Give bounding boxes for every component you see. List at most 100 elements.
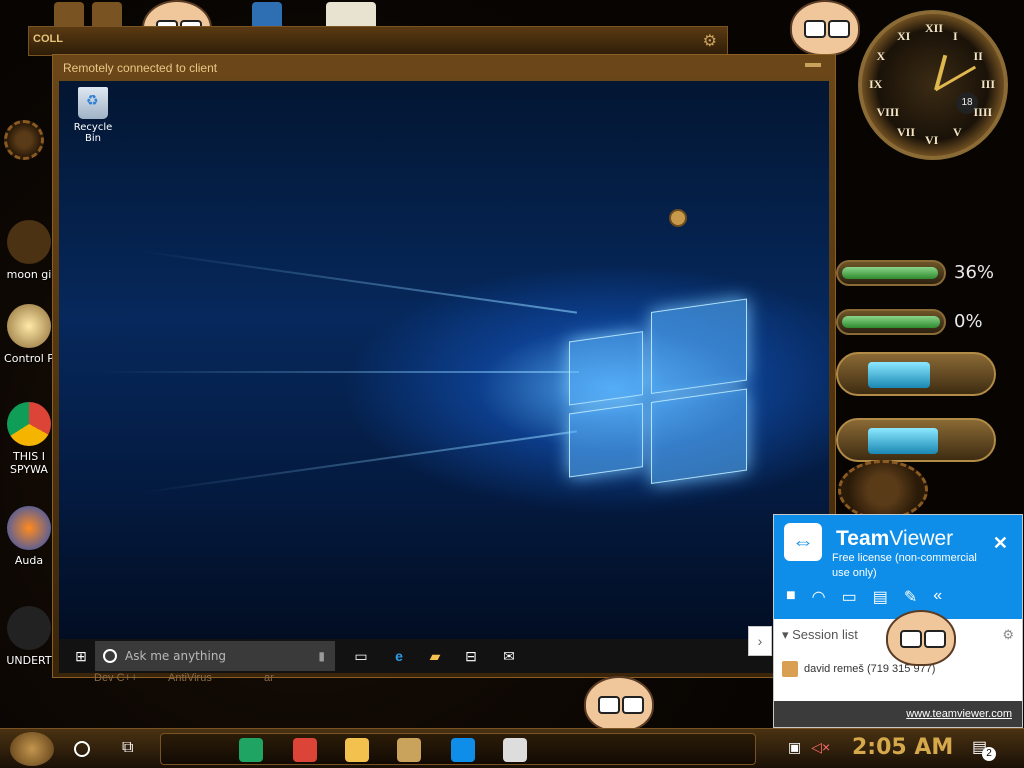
chat-icon[interactable]: ▭ bbox=[842, 587, 857, 607]
clock-numeral: V bbox=[953, 125, 962, 140]
chrome-icon[interactable] bbox=[293, 738, 317, 762]
desktop-icon-control-panel[interactable]: Control P bbox=[0, 304, 58, 365]
recycle-bin[interactable]: Recycle Bin bbox=[65, 87, 121, 144]
clock-numeral: VI bbox=[925, 133, 939, 147]
folder-icon[interactable] bbox=[345, 738, 369, 762]
cortana-icon[interactable] bbox=[74, 741, 90, 757]
file-explorer-icon[interactable]: ▰ bbox=[421, 639, 449, 673]
remote-start-button[interactable]: ⊞ bbox=[67, 639, 95, 673]
logo-pane bbox=[569, 403, 643, 478]
clock-numeral: VIII bbox=[876, 105, 900, 119]
desktop-icon-label: moon gi bbox=[6, 268, 52, 281]
desktop-icon-label: Auda bbox=[14, 554, 44, 567]
tube-liquid bbox=[868, 428, 938, 454]
sheets-icon[interactable] bbox=[239, 738, 263, 762]
desktop-icon-moon[interactable]: moon gi bbox=[0, 220, 58, 281]
teamviewer-expand-button[interactable]: › bbox=[748, 626, 772, 656]
battery-tube bbox=[836, 352, 996, 396]
teamviewer-website-link[interactable]: www.teamviewer.com bbox=[906, 708, 1012, 720]
background-window-title: COLL bbox=[33, 33, 63, 45]
background-window-titlebar[interactable]: COLL ⚙ bbox=[28, 26, 728, 56]
windows-logo bbox=[569, 298, 747, 511]
notification-icon[interactable]: ▤ 2 bbox=[972, 737, 998, 761]
pinned-apps bbox=[160, 733, 756, 765]
light-beam bbox=[141, 250, 577, 314]
edge-icon[interactable]: e bbox=[385, 639, 413, 673]
clock-numeral: II bbox=[973, 49, 983, 63]
ram-meter bbox=[836, 309, 946, 335]
moon-icon bbox=[7, 220, 51, 264]
minimize-button[interactable] bbox=[805, 63, 821, 67]
settings-gear-icon[interactable]: ⚙ bbox=[703, 31, 717, 51]
desktop-icon-chrome[interactable]: THIS I SPYWA bbox=[0, 402, 58, 476]
store-icon[interactable]: ⊟ bbox=[457, 639, 485, 673]
ram-meter-label: 0% bbox=[954, 311, 983, 332]
light-beam bbox=[99, 371, 579, 373]
cartoon-face-top-right bbox=[790, 0, 860, 56]
avatar bbox=[782, 661, 798, 677]
desktop-icon-label: UNDERT bbox=[6, 654, 52, 667]
system-tray: ▣ ◁× bbox=[788, 739, 830, 756]
remote-desktop-screen[interactable]: Recycle Bin ⊞ Ask me anything ▮ ▭ e ▰ ⊟ … bbox=[59, 81, 829, 673]
brand-rest: Viewer bbox=[889, 527, 954, 550]
desktop-icon-label: THIS I SPYWA bbox=[10, 450, 48, 476]
teamviewer-footer: www.teamviewer.com bbox=[774, 701, 1022, 727]
teamviewer-icon[interactable] bbox=[451, 738, 475, 762]
skull-icon[interactable] bbox=[503, 738, 527, 762]
clock-numeral: XI bbox=[897, 28, 911, 43]
cpu-meter bbox=[836, 260, 946, 286]
undertale-icon bbox=[7, 606, 51, 650]
remote-window-title: Remotely connected to client bbox=[63, 61, 218, 75]
clock-numeral: IIII bbox=[973, 105, 993, 119]
ram-meter-fill bbox=[842, 316, 940, 328]
hidden-icon-label: ar bbox=[264, 672, 274, 684]
recycle-bin-label: Recycle Bin bbox=[73, 122, 113, 144]
video-icon[interactable]: ■ bbox=[786, 587, 796, 607]
network-icon[interactable]: ▣ bbox=[788, 739, 801, 756]
cpu-meter-label: 36% bbox=[954, 262, 995, 283]
mute-icon[interactable]: ◁× bbox=[811, 739, 830, 756]
close-icon[interactable]: ✕ bbox=[993, 533, 1008, 554]
collapse-icon[interactable]: « bbox=[933, 587, 942, 607]
file-icon[interactable]: ▤ bbox=[873, 587, 888, 607]
hidden-icon-label: Dev C++ bbox=[94, 672, 138, 684]
desktop-icon-audacity[interactable]: Auda bbox=[0, 506, 58, 567]
brand-bold: Team bbox=[836, 527, 890, 550]
task-view-icon[interactable]: ▭ bbox=[347, 639, 375, 673]
hidden-icon-label: AntiVirus bbox=[168, 672, 212, 684]
clock-numeral: III bbox=[981, 77, 996, 91]
cortana-icon bbox=[103, 649, 117, 663]
desktop: moon gi Control P THIS I SPYWA Auda UNDE… bbox=[0, 0, 1024, 768]
remote-session-window[interactable]: Remotely connected to client Recycle Bin… bbox=[52, 54, 836, 678]
cpu-meter-fill bbox=[842, 267, 938, 279]
task-view-icon[interactable]: ⧉ bbox=[122, 739, 133, 757]
logo-pane bbox=[651, 298, 747, 394]
desktop-icon-undertale[interactable]: UNDERT bbox=[0, 606, 58, 667]
box-game-icon[interactable] bbox=[397, 738, 421, 762]
clock-time[interactable]: 2:05 AM bbox=[852, 735, 953, 760]
audacity-icon bbox=[7, 506, 51, 550]
microphone-icon[interactable]: ▮ bbox=[318, 649, 325, 663]
teamviewer-brand: TeamViewer bbox=[836, 527, 953, 551]
logo-pane bbox=[651, 388, 747, 484]
session-list-label: Session list bbox=[792, 627, 858, 642]
teamviewer-logo-icon: ⇔ bbox=[784, 523, 822, 561]
brush-icon[interactable]: ✎ bbox=[904, 587, 917, 607]
remote-search-box[interactable]: Ask me anything ▮ bbox=[95, 641, 335, 671]
clock-numeral: IX bbox=[869, 77, 883, 91]
light-beam bbox=[141, 430, 577, 494]
headset-icon[interactable]: ◠ bbox=[812, 587, 826, 607]
desktop-icon-label: Control P bbox=[4, 352, 54, 365]
recycle-bin-icon bbox=[78, 87, 108, 119]
start-button[interactable] bbox=[10, 732, 54, 766]
teamviewer-header: ⇔ TeamViewer Free license (non-commercia… bbox=[774, 515, 1022, 619]
clock-numeral: I bbox=[953, 28, 958, 43]
clock-numeral: X bbox=[876, 49, 886, 63]
clock-numeral: XII bbox=[925, 21, 944, 35]
mail-icon[interactable]: ✉ bbox=[495, 639, 523, 673]
clock-gadget[interactable]: 18 XII I II III IIII V VI VII VIII IX X XI bbox=[858, 10, 1008, 160]
remote-taskbar: ⊞ Ask me anything ▮ ▭ e ▰ ⊟ ✉ ⚲ ▣ ◁ bbox=[59, 639, 829, 673]
session-settings-gear-icon[interactable]: ⚙ bbox=[1002, 627, 1014, 643]
chrome-icon bbox=[7, 402, 51, 446]
gear-decoration bbox=[4, 120, 44, 160]
